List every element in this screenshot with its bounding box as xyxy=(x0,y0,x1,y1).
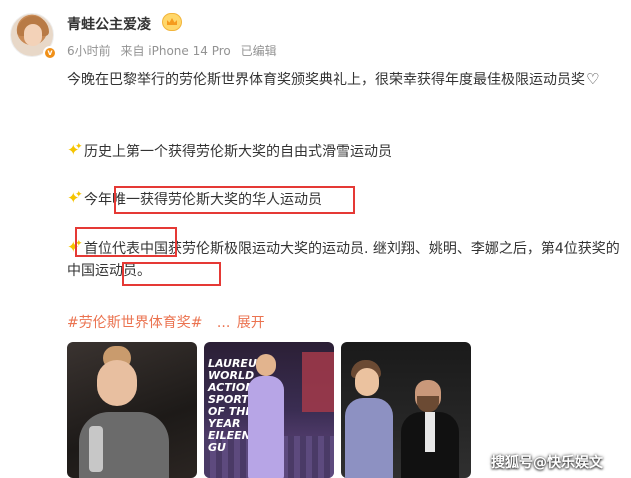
photo2-dress xyxy=(248,376,284,478)
sparkles-emoji-icon xyxy=(67,184,83,209)
post-meta: 6小时前 来自 iPhone 14 Pro 已编辑 xyxy=(67,42,283,59)
photo1-head xyxy=(97,360,137,406)
photo3-man-shirt xyxy=(425,412,435,452)
post-edited[interactable]: 已编辑 xyxy=(241,44,277,58)
verified-badge-icon: v xyxy=(43,46,57,60)
photo3-backdrop xyxy=(427,348,467,372)
post-source: 来自 iPhone 14 Pro xyxy=(120,44,231,58)
hashtag-link[interactable]: #劳伦斯世界体育奖# xyxy=(67,315,202,331)
photo2-poster xyxy=(302,352,334,412)
expand-link[interactable]: 展开 xyxy=(237,315,265,331)
photo3-man-beard xyxy=(417,396,439,412)
ellipsis: ... xyxy=(216,315,231,331)
username[interactable]: 青蛙公主爱凌 xyxy=(67,14,151,34)
sparkles-emoji-icon xyxy=(67,136,83,161)
photo3-woman-head xyxy=(355,368,379,396)
paragraph-2-text: 历史上第一个获得劳伦斯大奖的自由式滑雪运动员 xyxy=(84,144,392,160)
post-photo-3[interactable] xyxy=(341,342,471,478)
avatar-face xyxy=(24,24,42,46)
photo3-woman-dress xyxy=(345,398,393,478)
post-photo-2[interactable]: LAUREUS WORLD ACTION SPORTS OF THE YEAR … xyxy=(204,342,334,478)
highlight-box-chinese-athlete-2 xyxy=(122,262,221,286)
highlight-box-chinese-athlete xyxy=(114,186,355,214)
post-paragraph-1: 今晚在巴黎举行的劳伦斯世界体育奖颁奖典礼上，很荣幸获得年度最佳极限运动员奖♡ xyxy=(67,68,622,91)
photo2-head xyxy=(256,354,276,376)
paragraph-1-text: 今晚在巴黎举行的劳伦斯世界体育奖颁奖典礼上，很荣幸获得年度最佳极限运动员奖 xyxy=(67,72,585,88)
hashtag-row: #劳伦斯世界体育奖# ... 展开 xyxy=(67,312,265,332)
watermark: 搜狐号@快乐娱文 xyxy=(491,455,603,471)
post-time[interactable]: 6小时前 xyxy=(67,44,111,58)
trophy-icon xyxy=(89,426,103,472)
highlight-box-first-representing xyxy=(75,227,177,257)
post-paragraph-2: 历史上第一个获得劳伦斯大奖的自由式滑雪运动员 xyxy=(67,136,622,163)
heart-outline-icon: ♡ xyxy=(586,70,600,88)
post-photo-1[interactable] xyxy=(67,342,197,478)
vip-crown-icon[interactable] xyxy=(162,13,182,31)
